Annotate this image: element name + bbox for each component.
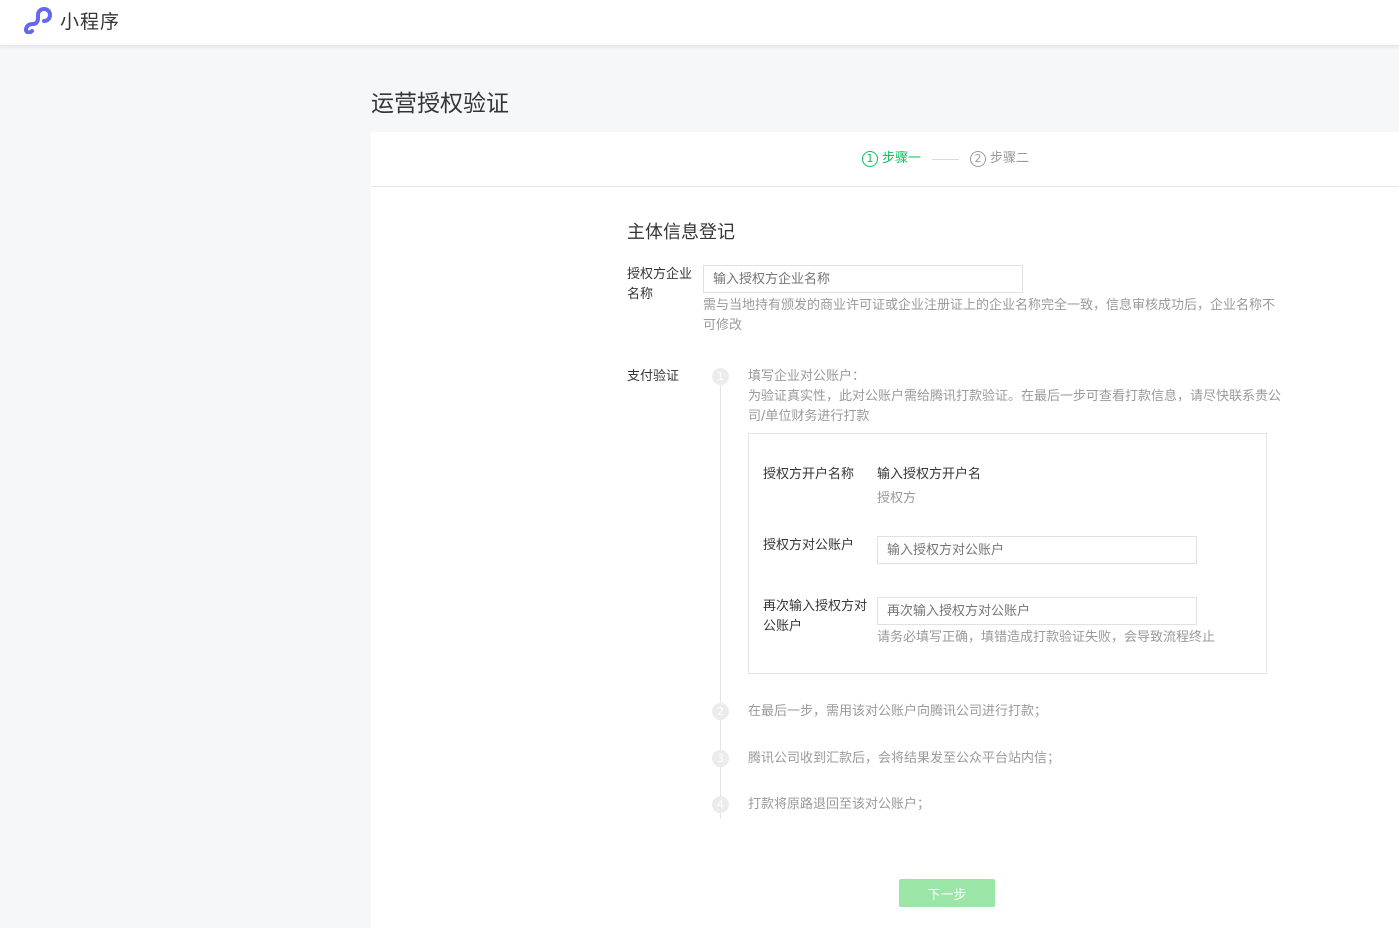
- step-two: 2 步骤二: [970, 150, 1029, 168]
- miniprogram-logo-icon[interactable]: [22, 6, 54, 34]
- timeline-step-4-text: 打款将原路退回至该对公账户；: [748, 797, 931, 812]
- next-step-button[interactable]: 下一步: [899, 879, 995, 907]
- timeline-step-4-icon: 4: [712, 796, 729, 813]
- main-card: 1 步骤一 2 步骤二 主体信息登记 授权方企业 名称 需与当地持有颁发的商业许可证…: [371, 132, 1399, 928]
- account-name-hint: 授权方: [877, 491, 917, 506]
- timeline-step-3-text: 腾讯公司收到汇款后，会将结果发至公众平台站内信；: [748, 751, 1061, 766]
- payment-verify-label: 支付验证: [627, 369, 680, 384]
- step-one-number: 1: [862, 150, 878, 167]
- steps-bar: 1 步骤一 2 步骤二: [371, 132, 1399, 187]
- timeline-step-1-icon: 1: [712, 368, 729, 385]
- account-confirm-label-line2: 公账户: [763, 619, 803, 634]
- timeline-step-1-desc-line2: 司/单位财务进行打款: [748, 409, 870, 424]
- timeline-step-1-title: 填写企业对公账户：: [748, 369, 866, 384]
- account-confirm-label-line1: 再次输入授权方对: [763, 599, 868, 614]
- company-name-hint-line1: 需与当地持有颁发的商业许可证或企业注册证上的企业名称完全一致，信息审核成功后，企…: [703, 298, 1276, 313]
- app-name[interactable]: 小程序: [60, 7, 120, 34]
- timeline-step-2-icon: 2: [712, 703, 729, 720]
- company-name-label-line2: 名称: [627, 287, 654, 302]
- company-name-label: 授权方企业 名称: [627, 265, 692, 305]
- account-name-label: 授权方开户名称: [763, 467, 855, 482]
- step-one: 1 步骤一: [862, 150, 921, 168]
- step-connector: [932, 159, 959, 160]
- account-confirm-input[interactable]: [877, 597, 1197, 625]
- timeline-step-2-text: 在最后一步，需用该对公账户向腾讯公司进行打款；: [748, 704, 1048, 719]
- company-name-input[interactable]: [703, 265, 1023, 293]
- section-title: 主体信息登记: [627, 222, 735, 243]
- account-number-label: 授权方对公账户: [763, 538, 855, 553]
- company-name-hint-line2: 可修改: [703, 318, 743, 333]
- account-number-input[interactable]: [877, 536, 1197, 564]
- account-confirm-hint: 请务必填写正确，填错造成打款验证失败，会导致流程终止: [877, 630, 1216, 645]
- step-one-label: 步骤一: [882, 151, 922, 166]
- timeline-step-1-desc-line1: 为验证真实性，此对公账户需给腾讯打款验证。在最后一步可查看打款信息，请尽快联系贵…: [748, 389, 1282, 404]
- top-bar: 小程序: [0, 0, 1399, 46]
- account-confirm-label: 再次输入授权方对 公账户: [763, 597, 867, 637]
- step-two-label: 步骤二: [990, 151, 1030, 166]
- timeline-step-1: 填写企业对公账户： 为验证真实性，此对公账户需给腾讯打款验证。在最后一步可查看打…: [748, 367, 1308, 427]
- step-two-number: 2: [970, 150, 986, 167]
- account-name-value: 输入授权方开户名: [877, 467, 982, 482]
- company-name-hint: 需与当地持有颁发的商业许可证或企业注册证上的企业名称完全一致，信息审核成功后，企…: [703, 296, 1283, 336]
- page-title: 运营授权验证: [371, 91, 509, 117]
- company-name-label-line1: 授权方企业: [627, 267, 693, 282]
- timeline-step-3-icon: 3: [712, 750, 729, 767]
